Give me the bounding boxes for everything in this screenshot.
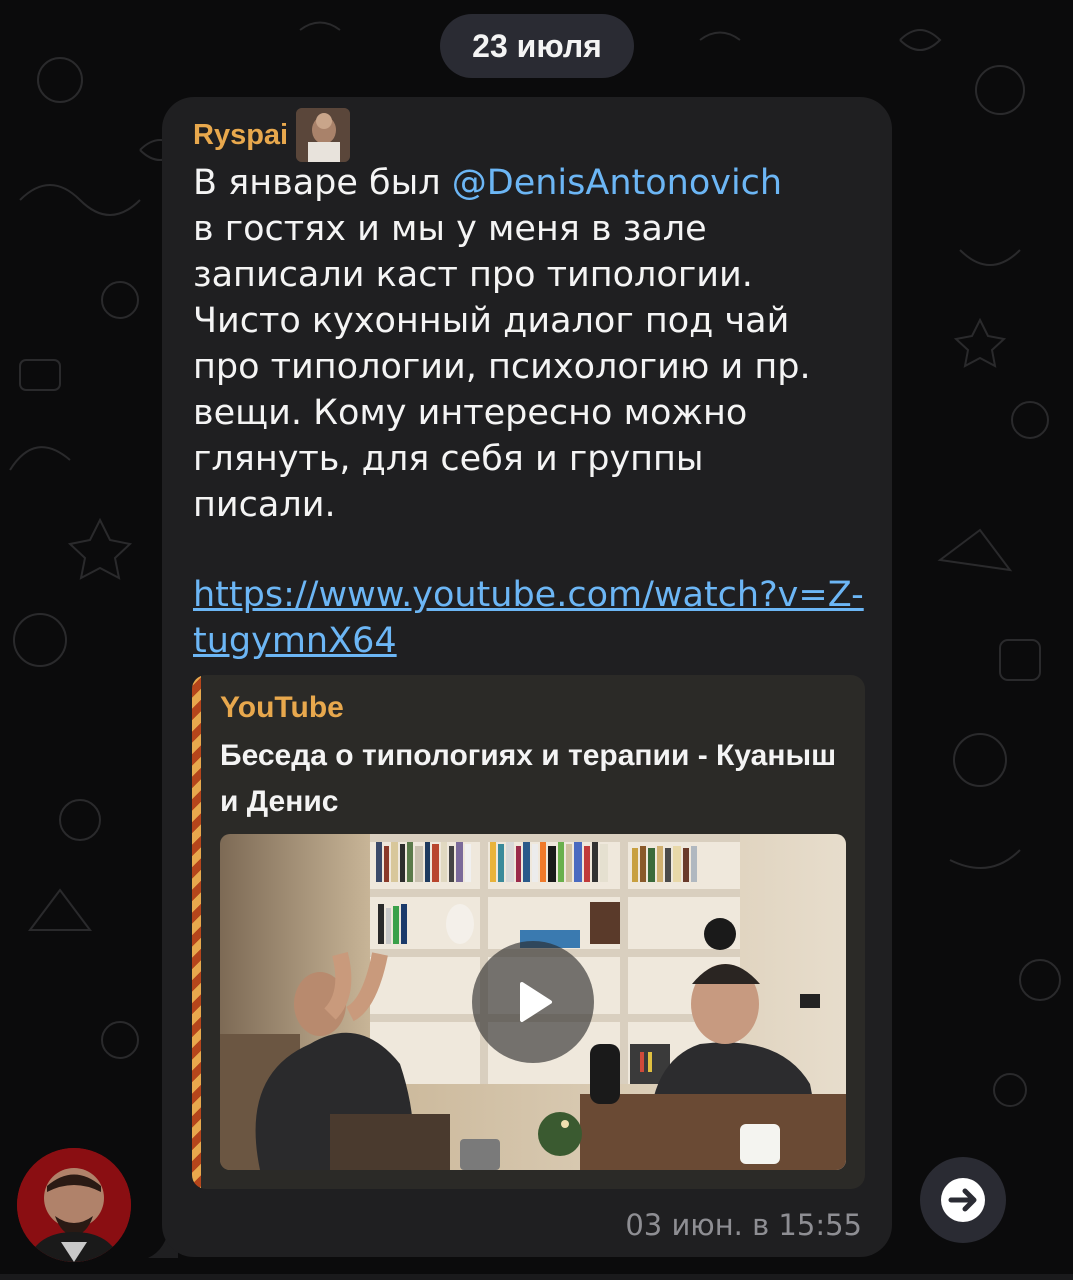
play-icon <box>520 982 552 1022</box>
sender-row: Ryspai <box>193 106 351 164</box>
sender-badge-icon <box>296 108 351 162</box>
message-text-intro: В январе был <box>193 163 452 203</box>
message-text: В январе был @DenisAntonovich в гостях и… <box>193 160 873 528</box>
user-avatar[interactable] <box>17 1148 131 1262</box>
share-arrow-icon <box>941 1178 985 1222</box>
sender-name[interactable]: Ryspai <box>193 119 288 152</box>
date-separator: 23 июля <box>440 14 634 78</box>
preview-accent-bar <box>192 675 201 1189</box>
preview-title: Беседа о типологиях и терапии - Куаныш и… <box>220 739 837 818</box>
message-timestamp: 03 июн. в 15:55 <box>625 1208 862 1242</box>
share-button[interactable] <box>920 1157 1006 1243</box>
preview-site-name: YouTube <box>220 691 344 724</box>
message-text-body: в гостях и мы у меня в зале записали кас… <box>193 209 811 525</box>
youtube-link[interactable]: https://www.youtube.com/watch?v=Z-tugymn… <box>193 572 873 664</box>
link-preview[interactable]: YouTube Беседа о типологиях и терапии - … <box>192 675 865 1189</box>
bottom-edge <box>0 1274 1073 1280</box>
play-button[interactable] <box>472 941 594 1063</box>
mention-link[interactable]: @DenisAntonovich <box>452 163 782 203</box>
